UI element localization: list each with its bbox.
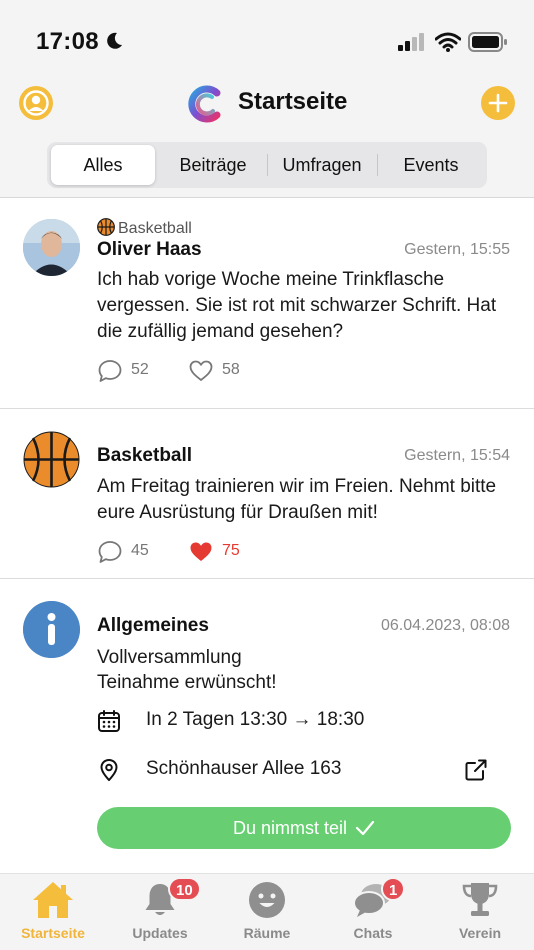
- comment-count: 45: [131, 542, 149, 559]
- status-time: 17:08: [36, 28, 99, 55]
- comment-icon: [98, 360, 122, 382]
- chats-badge: 1: [381, 877, 406, 901]
- comment-icon: [98, 541, 122, 563]
- post-text: Teinahme erwünscht!: [97, 672, 277, 693]
- segment-events[interactable]: Events: [378, 145, 484, 185]
- tab-label: Verein: [458, 925, 502, 941]
- segment-beitraege[interactable]: Beiträge: [159, 145, 267, 185]
- location-pin-icon: [100, 759, 118, 781]
- heart-filled-icon: [190, 542, 212, 561]
- trophy-icon: [462, 883, 498, 916]
- moon-icon: [107, 32, 122, 49]
- updates-badge: 10: [168, 877, 201, 901]
- post-author[interactable]: Oliver Haas: [97, 239, 202, 261]
- post-timestamp: Gestern, 15:54: [404, 447, 510, 464]
- tab-label: Räume: [243, 925, 291, 941]
- tab-label: Updates: [132, 925, 188, 941]
- event-date: In 2 Tagen 13:30 → 18:30: [146, 709, 365, 730]
- tab-chats[interactable]: 1 Chats: [323, 874, 423, 950]
- page-title: Startseite: [238, 88, 348, 115]
- room-tag-label: Basketball: [118, 220, 192, 237]
- tab-label: Chats: [353, 925, 393, 941]
- heart-outline-icon: [189, 360, 213, 381]
- post-author[interactable]: Allgemeines: [97, 615, 209, 637]
- add-button[interactable]: [481, 86, 515, 120]
- info-icon: [23, 601, 80, 658]
- smiley-icon: [249, 882, 285, 918]
- status-bar: 17:08: [0, 0, 534, 80]
- user-photo: [23, 219, 80, 276]
- home-icon: [33, 882, 73, 918]
- join-event-button[interactable]: Du nimmst teil: [97, 807, 511, 849]
- room-avatar[interactable]: [23, 601, 80, 658]
- room-avatar[interactable]: [23, 431, 80, 488]
- tab-verein[interactable]: Verein: [430, 874, 530, 950]
- comment-count: 52: [131, 361, 149, 378]
- event-location: Schönhauser Allee 163: [146, 758, 342, 779]
- tab-startseite[interactable]: Startseite: [3, 874, 103, 950]
- post-timestamp: 06.04.2023, 08:08: [380, 617, 510, 634]
- basketball-icon: [23, 431, 80, 488]
- join-event-label: Du nimmst teil: [232, 818, 348, 838]
- post-text: Am Freitag trainieren wir im Freien. Neh…: [97, 476, 497, 523]
- tab-raeume[interactable]: Räume: [217, 874, 317, 950]
- post-timestamp: Gestern, 15:55: [404, 241, 510, 258]
- post-card[interactable]: Basketball Oliver Haas Gestern, 15:55 Ic…: [0, 198, 534, 409]
- like-count: 75: [222, 542, 240, 559]
- basketball-icon: [97, 218, 115, 236]
- event-title: Vollversammlung: [97, 647, 242, 668]
- checkmark-icon: [355, 820, 375, 836]
- external-link-icon[interactable]: [464, 758, 488, 782]
- author-avatar[interactable]: [23, 219, 80, 276]
- app-logo: [188, 85, 221, 123]
- segment-umfragen[interactable]: Umfragen: [268, 145, 376, 185]
- signal-icon: [398, 33, 424, 51]
- plus-icon: [488, 93, 508, 113]
- user-icon: [23, 90, 49, 116]
- segment-alles[interactable]: Alles: [51, 145, 155, 185]
- wifi-icon: [435, 32, 461, 52]
- battery-icon: [468, 32, 507, 52]
- filter-segmented-control: Alles Beiträge Umfragen Events: [47, 142, 487, 188]
- tab-label: Startseite: [21, 925, 85, 941]
- calendar-icon: [98, 710, 120, 732]
- tab-bar: Startseite 10 Updates Räume 1 Chats Vere…: [0, 873, 534, 950]
- header: Startseite Alles Beiträge Umfragen Event…: [0, 80, 534, 198]
- like-count: 58: [222, 361, 240, 378]
- post-author[interactable]: Basketball: [97, 445, 192, 467]
- tab-updates[interactable]: 10 Updates: [110, 874, 210, 950]
- post-text: Ich hab vorige Woche meine Trinkflasche …: [97, 269, 497, 342]
- profile-button[interactable]: [19, 86, 53, 120]
- room-tag[interactable]: Basketball: [97, 218, 192, 238]
- post-card[interactable]: Basketball Gestern, 15:54 Am Freitag tra…: [0, 409, 534, 579]
